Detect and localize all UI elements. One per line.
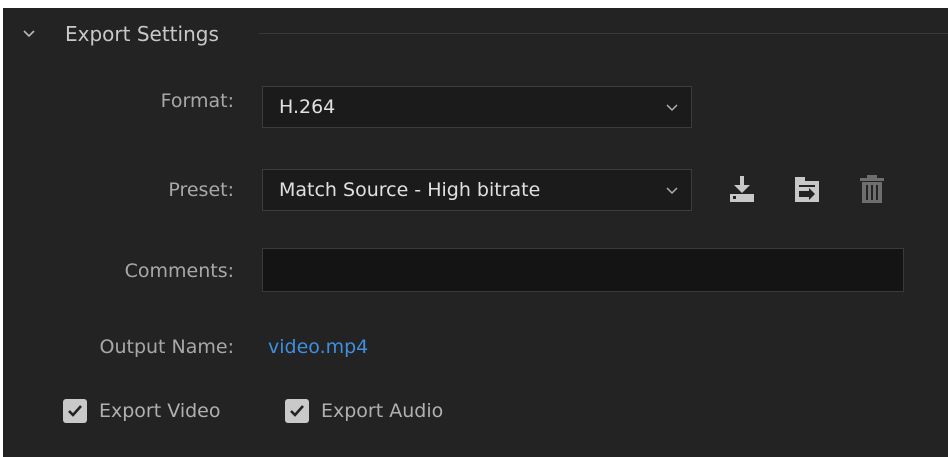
save-preset-icon[interactable] <box>725 172 759 206</box>
checkmark-icon <box>68 405 82 417</box>
output-name-link[interactable]: video.mp4 <box>268 334 368 360</box>
export-settings-header[interactable]: Export Settings <box>3 8 948 60</box>
chevron-down-icon <box>666 187 678 195</box>
export-audio-checkbox[interactable] <box>285 399 309 423</box>
chevron-down-icon[interactable] <box>19 24 39 44</box>
preset-dropdown[interactable]: Match Source - High bitrate <box>262 169 692 211</box>
checkmark-icon <box>290 405 304 417</box>
export-settings-panel: Export Settings Format: H.264 Preset: Ma… <box>3 8 948 457</box>
output-name-label: Output Name: <box>99 336 235 358</box>
preset-label: Preset: <box>168 179 234 201</box>
format-label: Format: <box>160 90 234 112</box>
export-video-toggle[interactable]: Export Video <box>63 396 220 426</box>
export-audio-toggle[interactable]: Export Audio <box>285 396 443 426</box>
export-video-label: Export Video <box>99 400 221 422</box>
section-divider <box>259 33 948 34</box>
export-video-checkbox[interactable] <box>63 399 87 423</box>
delete-preset-icon[interactable] <box>855 172 889 206</box>
preset-value: Match Source - High bitrate <box>279 179 541 201</box>
comments-input[interactable] <box>262 248 904 292</box>
import-preset-icon[interactable] <box>790 172 824 206</box>
format-value: H.264 <box>279 96 336 118</box>
format-dropdown[interactable]: H.264 <box>262 86 692 128</box>
comments-label: Comments: <box>124 260 234 282</box>
section-title: Export Settings <box>65 22 219 46</box>
export-audio-label: Export Audio <box>321 400 444 422</box>
chevron-down-icon <box>666 104 678 112</box>
